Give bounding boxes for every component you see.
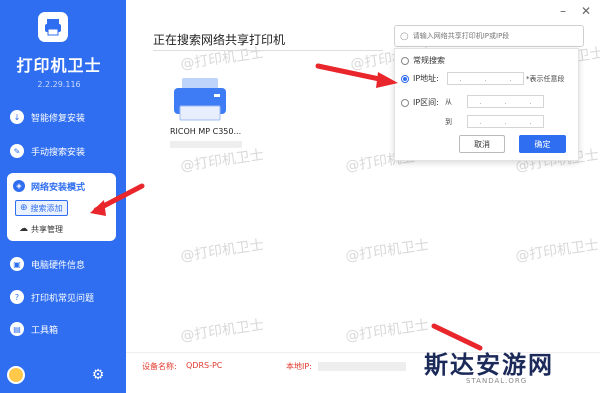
watermark: @打印机卫士 xyxy=(514,237,600,265)
search-bar[interactable]: ○ xyxy=(394,25,584,47)
option-label: IP区间: xyxy=(413,98,439,107)
page-title: 正在搜索网络共享打印机 xyxy=(153,33,286,47)
sidebar-subitem-label: 搜索添加 xyxy=(30,203,63,213)
brand-watermark: 斯达安游网 xyxy=(424,350,554,379)
sidebar-item-network-install[interactable]: ◈ 网络安装模式 xyxy=(13,177,85,195)
search-icon: ⊕ xyxy=(20,203,28,213)
cloud-icon: ☁ xyxy=(19,224,28,234)
brand-watermark-url: STANDAL.ORG xyxy=(466,377,528,385)
network-icon: ◈ xyxy=(13,180,25,192)
ip-hint: *表示任意段 xyxy=(526,75,565,83)
printer-icon xyxy=(174,78,226,121)
watermark: @打印机卫士 xyxy=(179,237,265,265)
printer-name: RICOH MP C350... xyxy=(170,127,242,136)
watermark: @打印机卫士 xyxy=(179,317,265,345)
close-button[interactable]: ✕ xyxy=(578,4,594,18)
local-ip-value-redacted xyxy=(318,362,406,371)
app-version: 2.2.29.116 xyxy=(37,80,81,89)
cancel-button[interactable]: 取消 xyxy=(459,135,505,153)
search-icon: ○ xyxy=(400,30,409,42)
range-from-label: 从 xyxy=(445,98,452,106)
confirm-button[interactable]: 确定 xyxy=(519,135,566,153)
sidebar-group-network: ◈ 网络安装模式 ⊕ 搜索添加 ☁ 共享管理 xyxy=(7,173,116,241)
radio-ip-address[interactable] xyxy=(401,74,409,83)
printer-subtext-redacted xyxy=(170,141,242,148)
option-normal-search[interactable]: 常规搜索 xyxy=(401,55,445,66)
range-to-label: 到 xyxy=(445,118,452,126)
repair-icon: ↓ xyxy=(10,110,24,124)
sidebar-item-label: 打印机常见问题 xyxy=(31,293,95,304)
search-options-popup: 常规搜索 IP地址: ... *表示任意段 IP区间: 从 ... 到 ... … xyxy=(394,48,579,161)
sidebar-item-label: 智能修复安装 xyxy=(31,113,86,124)
gear-icon[interactable]: ⚙ xyxy=(89,366,107,384)
option-label: IP地址: xyxy=(413,74,439,83)
annotation-arrow xyxy=(315,63,398,88)
hardware-icon: ▣ xyxy=(10,257,24,271)
option-ip-range[interactable]: IP区间: xyxy=(401,97,439,108)
option-ip-address[interactable]: IP地址: xyxy=(401,73,439,84)
sidebar-group-label: 网络安装模式 xyxy=(31,182,86,193)
device-name-label: 设备名称: xyxy=(142,362,177,371)
sidebar-item-label: 电脑硬件信息 xyxy=(31,260,86,271)
question-icon: ? xyxy=(10,290,24,304)
ip-address-input[interactable]: ... xyxy=(447,72,524,85)
watermark: @打印机卫士 xyxy=(344,237,430,265)
wrench-icon: ✎ xyxy=(10,144,24,158)
search-input[interactable] xyxy=(412,32,573,40)
sidebar-subitem-search-add[interactable]: ⊕ 搜索添加 xyxy=(15,200,68,216)
sidebar-item-smart-repair[interactable]: ↓ 智能修复安装 xyxy=(10,104,85,130)
sidebar: 打印机卫士 2.2.29.116 ↓ 智能修复安装 ✎ 手动搜索安装 ◈ 网络安… xyxy=(0,0,126,393)
option-label: 常规搜索 xyxy=(413,56,445,65)
ip-range-start-input[interactable]: ... xyxy=(467,95,544,108)
device-name-value: QDRS-PC xyxy=(186,361,223,370)
radio-normal-search[interactable] xyxy=(401,56,409,65)
avatar[interactable] xyxy=(7,366,25,384)
title-divider xyxy=(153,50,383,51)
toolbox-icon: ▤ xyxy=(10,322,24,336)
printer-card[interactable] xyxy=(170,78,250,148)
watermark: @打印机卫士 xyxy=(344,317,430,345)
radio-ip-range[interactable] xyxy=(401,98,409,107)
sidebar-item-faq[interactable]: ? 打印机常见问题 xyxy=(10,284,94,310)
app-title: 打印机卫士 xyxy=(16,56,102,75)
sidebar-item-label: 手动搜索安装 xyxy=(31,147,86,158)
printer-logo-icon xyxy=(38,12,68,42)
sidebar-item-toolbox[interactable]: ▤ 工具箱 xyxy=(10,316,58,342)
watermark: @打印机卫士 xyxy=(179,147,265,175)
ip-range-end-input[interactable]: ... xyxy=(467,115,544,128)
local-ip-label: 本地IP: xyxy=(286,362,312,371)
minimize-button[interactable]: – xyxy=(555,4,571,18)
sidebar-item-label: 工具箱 xyxy=(31,325,59,336)
sidebar-item-hardware-info[interactable]: ▣ 电脑硬件信息 xyxy=(10,251,85,277)
sidebar-subitem-label: 共享管理 xyxy=(31,224,63,234)
sidebar-item-manual-search[interactable]: ✎ 手动搜索安装 xyxy=(10,138,85,164)
sidebar-subitem-share-manage[interactable]: ☁ 共享管理 xyxy=(15,221,67,237)
